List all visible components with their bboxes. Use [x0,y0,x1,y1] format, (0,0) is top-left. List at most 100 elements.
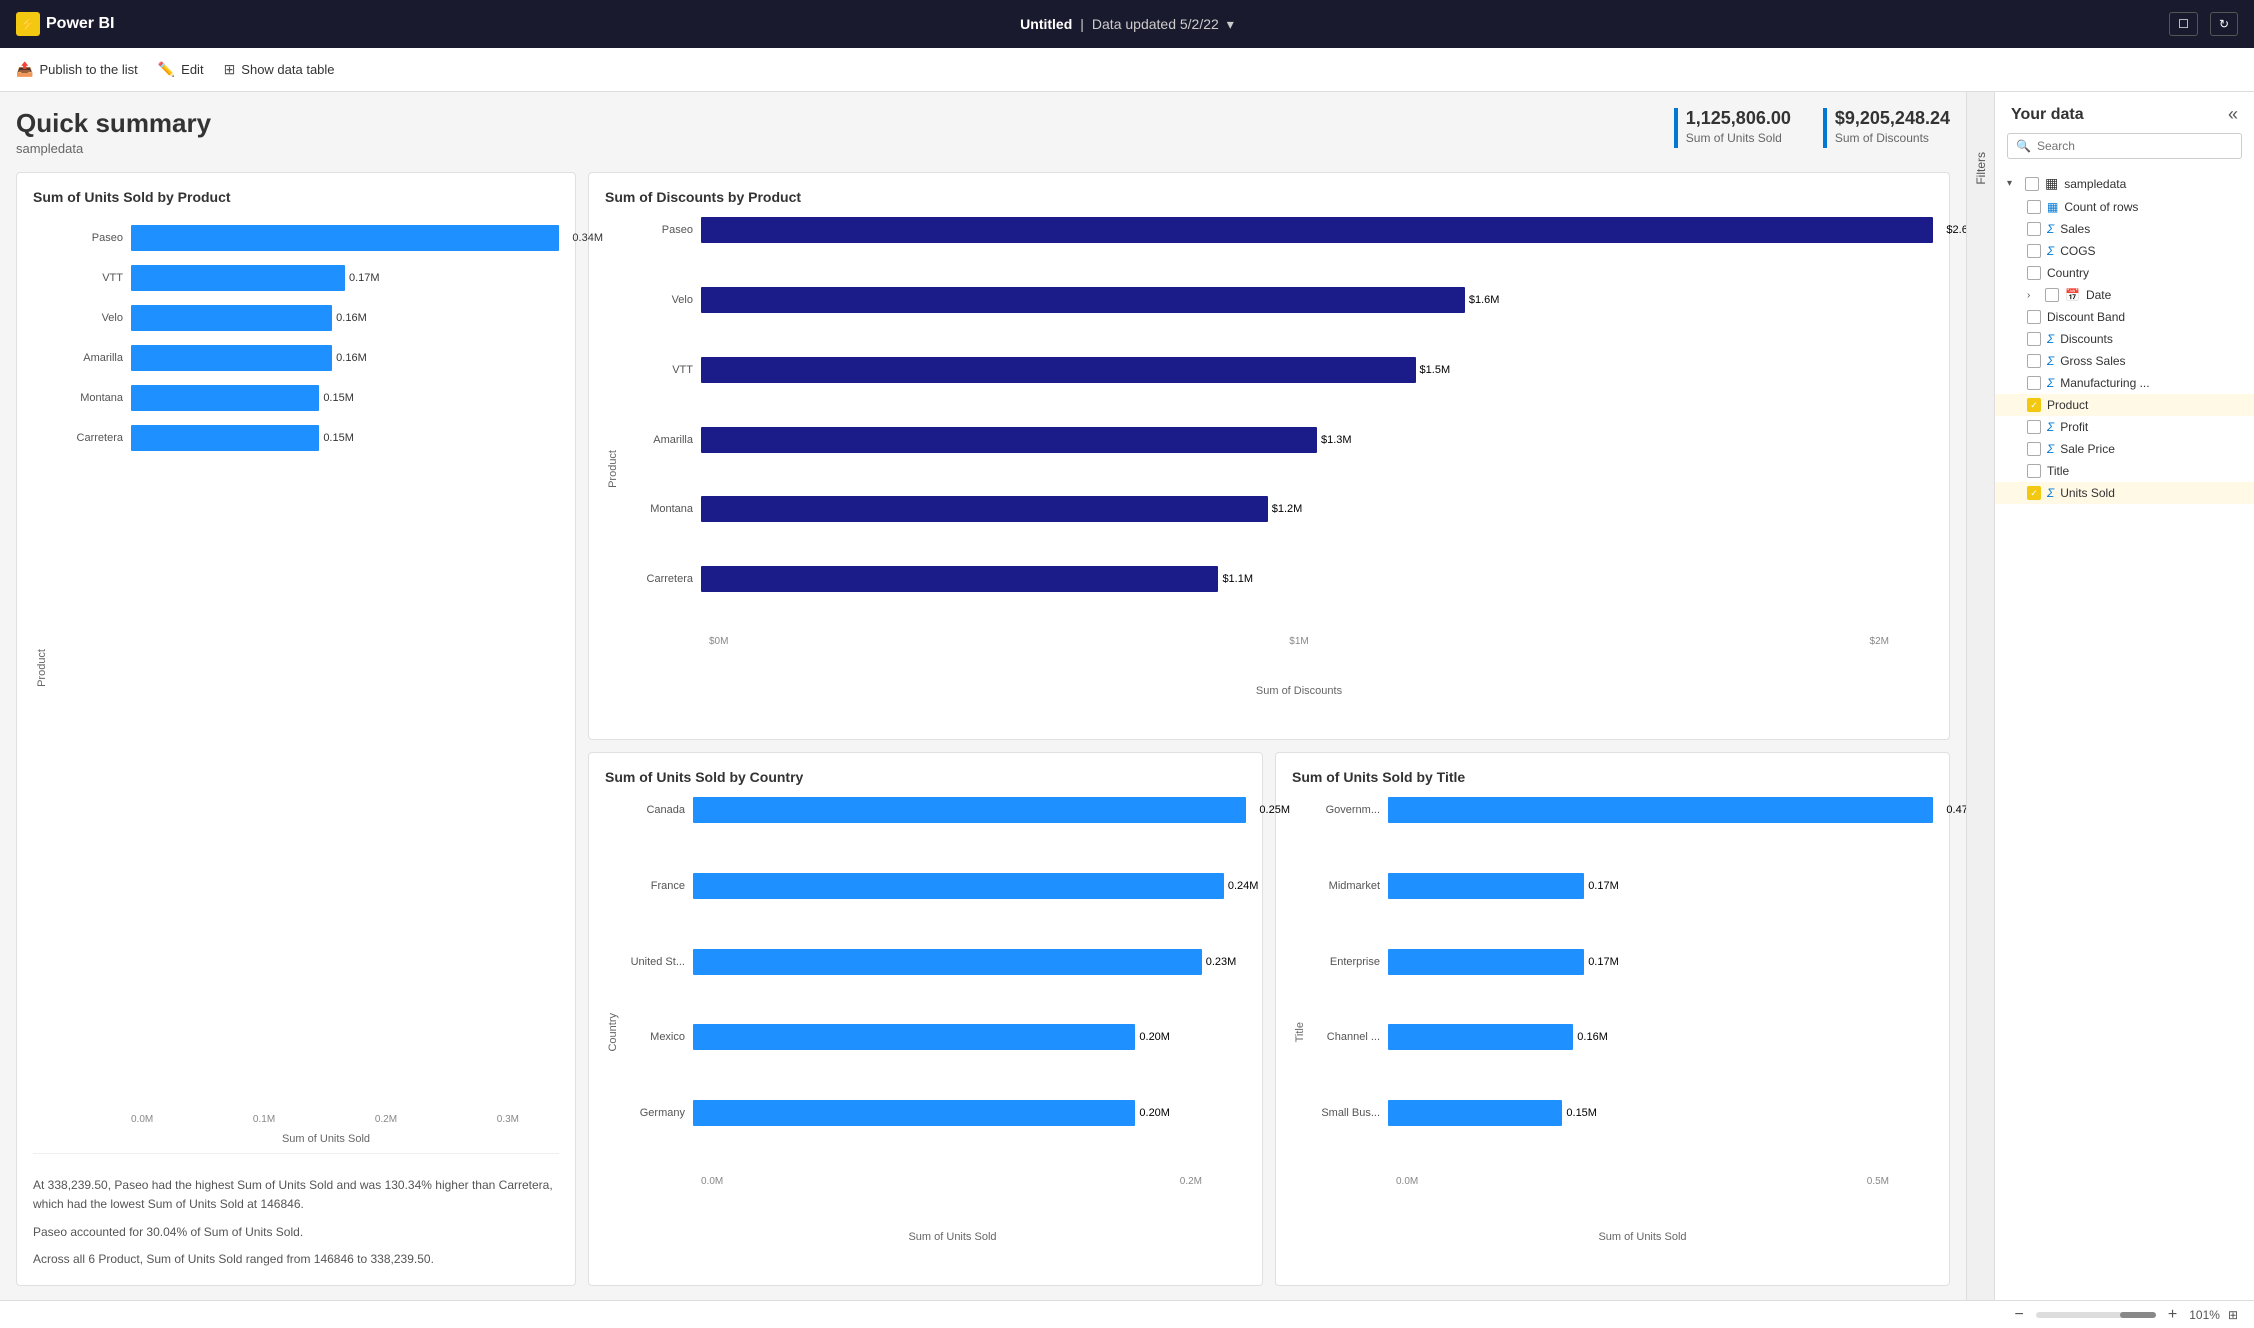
tree-expand-date[interactable]: › [2027,290,2039,301]
c3-val-france: 0.24M [1228,880,1259,892]
desc-2: Paseo accounted for 30.04% of Sum of Uni… [33,1223,559,1242]
edit-icon: ✏️ [158,61,175,78]
c2-track-velo: $1.6M [701,287,1933,313]
tree-item-discount-band[interactable]: Discount Band [1995,306,2254,328]
c2-label-velo: Velo [621,294,701,306]
doc-subtitle: Data updated 5/2/22 [1092,16,1219,32]
desc-1: At 338,239.50, Paseo had the highest Sum… [33,1176,559,1214]
page-header: Quick summary sampledata 1,125,806.00 Su… [16,108,1950,156]
chart1-y-label: Product [33,225,51,1110]
tree-item-units-sold[interactable]: ✓ Σ Units Sold [1995,482,2254,504]
c4-fill-chan [1388,1024,1573,1050]
tree-item-discounts[interactable]: Σ Discounts [1995,328,2254,350]
c2-fill-carretera [701,566,1218,592]
your-data-panel: Your data « 🔍 ▾ ▦ sampledata [1994,92,2254,1328]
c4-val-small: 0.15M [1566,1107,1597,1119]
bar-val-paseo: 0.34M [572,232,603,244]
label-discounts: Discounts [2060,332,2113,346]
zoom-minus-btn[interactable]: − [2011,1306,2028,1324]
publish-icon: 📤 [16,61,33,78]
chart1-inner: Product Paseo 0.34M [33,225,559,1110]
c2-track-vtt: $1.5M [701,357,1933,383]
checkbox-product[interactable]: ✓ [2027,398,2041,412]
bar-track-montana: 0.15M [131,385,559,411]
x-tick-0: 0.0M [131,1114,153,1125]
label-gross-sales: Gross Sales [2060,354,2125,368]
show-data-button[interactable]: ⊞ Show data table [224,61,335,78]
tree-item-manufacturing[interactable]: Σ Manufacturing ... [1995,372,2254,394]
checkbox-profit[interactable] [2027,420,2041,434]
c3-fill-us [693,949,1202,975]
tree-root[interactable]: ▾ ▦ sampledata [1995,171,2254,196]
kpi-discounts-label: Sum of Discounts [1835,131,1950,145]
publish-button[interactable]: 📤 Publish to the list [16,61,138,78]
checkbox-date[interactable] [2045,288,2059,302]
c2-val-vtt: $1.5M [1420,364,1451,376]
search-input[interactable] [2037,139,2233,153]
c4-label-mid: Midmarket [1308,880,1388,892]
tree-item-sales[interactable]: Σ Sales [1995,218,2254,240]
search-box[interactable]: 🔍 [2007,133,2242,159]
c3-fill-canada [693,797,1246,823]
topbar: ⚡ Power BI Untitled | Data updated 5/2/2… [0,0,2254,48]
c3-label-germany: Germany [621,1107,693,1119]
checkbox-discounts[interactable] [2027,332,2041,346]
refresh-button[interactable]: ↻ [2210,12,2238,36]
chart4-body: Title Governm... 0.47M [1292,797,1933,1267]
tree-item-country[interactable]: Country [1995,262,2254,284]
checkbox-manufacturing[interactable] [2027,376,2041,390]
c4-fill-govt [1388,797,1933,823]
checkbox-discount-band[interactable] [2027,310,2041,324]
your-data-header-row: Your data « [1995,92,2254,133]
doc-title: Untitled [1020,16,1072,32]
chart2-bar-carretera: Carretera $1.1M [621,566,1933,592]
checkbox-country[interactable] [2027,266,2041,280]
bar-track-amarilla: 0.16M [131,345,559,371]
edit-button[interactable]: ✏️ Edit [158,61,204,78]
kpi-bar-2 [1823,108,1827,148]
chart4-title: Sum of Units Sold by Title [1292,769,1933,785]
checkbox-title[interactable] [2027,464,2041,478]
tree-item-gross-sales[interactable]: Σ Gross Sales [1995,350,2254,372]
label-country: Country [2047,266,2089,280]
chart4-bars: Governm... 0.47M Midmarket [1308,797,1933,1267]
tree-expand-root: ▾ [2007,178,2019,189]
chart3-bar-france: France 0.24M [621,873,1246,899]
zoom-plus-btn[interactable]: + [2164,1306,2181,1324]
label-date: Date [2086,288,2111,302]
c3-label-france: France [621,880,693,892]
bar-val-vtt: 0.17M [349,272,380,284]
label-profit: Profit [2060,420,2088,434]
chart1-body: Product Paseo 0.34M [33,217,559,1153]
chart3-y-axis: Country [605,797,621,1267]
checkbox-sales[interactable] [2027,222,2041,236]
collapse-panel-button[interactable]: « [2228,104,2238,125]
chart4-bar-ent: Enterprise 0.17M [1308,949,1933,975]
c3-fill-france [693,873,1224,899]
chart2-title: Sum of Discounts by Product [605,189,1933,205]
tree-item-cogs[interactable]: Σ COGS [1995,240,2254,262]
tree-item-profit[interactable]: Σ Profit [1995,416,2254,438]
bar-track-paseo: 0.34M [131,225,559,251]
tree-checkbox-root[interactable] [2025,177,2039,191]
zoom-slider[interactable] [2036,1312,2156,1318]
c3-track-france: 0.24M [693,873,1246,899]
chart3-bar-us: United St... 0.23M [621,949,1246,975]
checkbox-sale-price[interactable] [2027,442,2041,456]
tree-item-title[interactable]: Title [1995,460,2254,482]
page-fit-icon[interactable]: ⊞ [2228,1308,2238,1322]
checkbox-gross-sales[interactable] [2027,354,2041,368]
tree-item-date[interactable]: › 📅 Date [1995,284,2254,306]
zoom-thumb [2120,1312,2156,1318]
checkbox-cogs[interactable] [2027,244,2041,258]
checkbox-count-rows[interactable] [2027,200,2041,214]
checkbox-units-sold[interactable]: ✓ [2027,486,2041,500]
table-icon-root: ▦ [2045,175,2058,192]
tree-item-product[interactable]: ✓ Product [1995,394,2254,416]
tree-item-count-of-rows[interactable]: ▦ Count of rows [1995,196,2254,218]
dropdown-icon[interactable]: ▾ [1227,16,1234,33]
tree-item-sale-price[interactable]: Σ Sale Price [1995,438,2254,460]
kpi-units-sold-value: 1,125,806.00 [1686,108,1791,129]
filters-tab[interactable]: Filters [1966,92,1994,1328]
window-button[interactable]: ☐ [2169,12,2198,36]
